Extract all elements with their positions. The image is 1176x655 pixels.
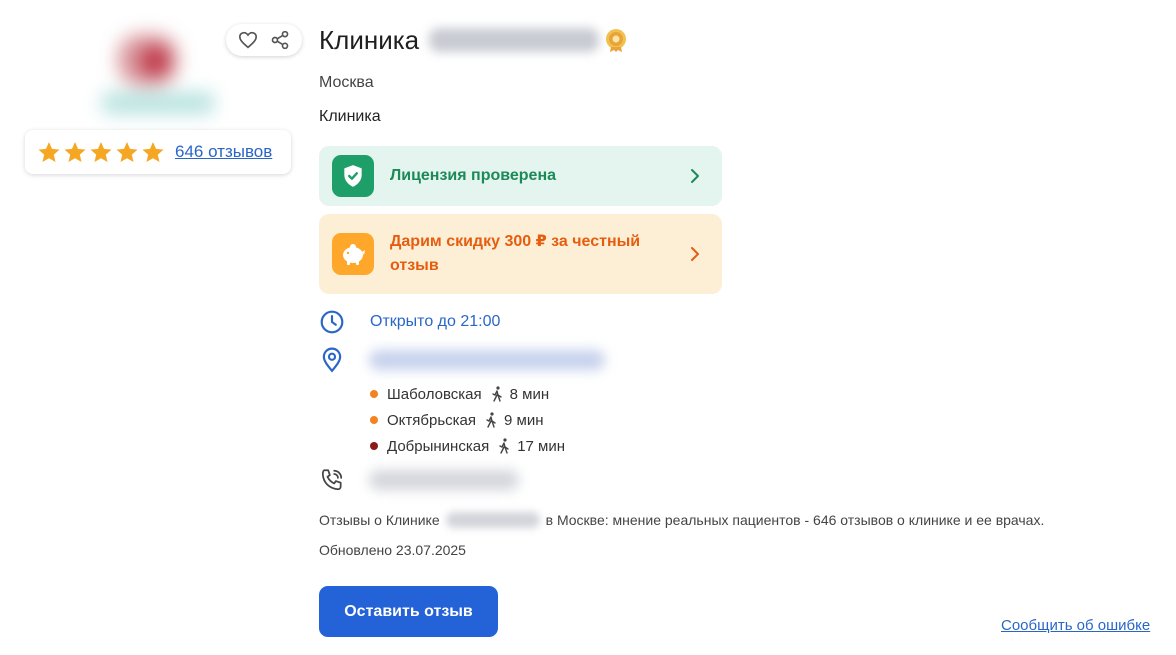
- metro-line-dot: [370, 390, 378, 398]
- rating-card: 646 отзывов: [25, 130, 291, 174]
- phone-icon: [321, 469, 343, 491]
- chevron-right-icon: [691, 169, 699, 183]
- star-icon: [90, 142, 112, 162]
- piggy-bank-icon: [332, 233, 374, 275]
- metro-station-item: Добрынинская 17 мин: [370, 433, 565, 459]
- metro-walk-time: 8 мин: [509, 385, 550, 403]
- hours-row: Открыто до 21:00: [319, 309, 500, 335]
- clinic-name-redacted: [429, 28, 600, 52]
- favorite-share-group: [226, 24, 302, 56]
- walking-icon: [491, 386, 502, 402]
- chevron-right-icon: [691, 247, 699, 261]
- metro-station-name: Шаболовская: [387, 385, 482, 403]
- location-pin-icon: [322, 347, 342, 373]
- clinic-city: Москва: [319, 74, 374, 91]
- updated-date: Обновлено 23.07.2025: [319, 542, 466, 558]
- clinic-title: Клиника: [319, 24, 629, 56]
- metro-station-item: Шаболовская 8 мин: [370, 381, 565, 407]
- clinic-logo: [96, 22, 222, 126]
- walking-icon: [499, 438, 509, 454]
- leave-review-button[interactable]: Оставить отзыв: [319, 586, 498, 637]
- metro-station-name: Добрынинская: [387, 437, 490, 455]
- license-verified-banner[interactable]: Лицензия проверена: [319, 146, 722, 206]
- address-row: [319, 347, 605, 373]
- opening-hours[interactable]: Открыто до 21:00: [370, 313, 500, 331]
- clinic-description: Отзывы о Клинике в Москве: мнение реальн…: [319, 512, 1044, 528]
- award-badge-icon: [606, 29, 627, 52]
- star-icon: [116, 142, 138, 162]
- description-part1: Отзывы о Клинике: [319, 512, 440, 528]
- discount-banner-text: Дарим скидку 300 ₽ за честный отзыв: [390, 233, 641, 274]
- shield-check-icon: [332, 155, 374, 197]
- address-redacted[interactable]: [369, 350, 605, 370]
- clinic-title-text: Клиника: [319, 24, 420, 55]
- walking-icon: [486, 412, 496, 428]
- star-icon: [64, 142, 86, 162]
- license-banner-text: Лицензия проверена: [390, 167, 556, 184]
- clock-icon: [320, 310, 344, 334]
- metro-station-name: Октябрьская: [387, 411, 476, 429]
- clinic-type: Клиника: [319, 108, 381, 125]
- metro-station-item: Октябрьская 9 мин: [370, 407, 565, 433]
- metro-stations: Шаболовская 8 мин Октябрьская 9 мин Добр…: [370, 381, 565, 459]
- heart-icon[interactable]: [235, 27, 261, 53]
- report-error-link[interactable]: Сообщить об ошибке: [1001, 617, 1150, 634]
- metro-line-dot: [370, 442, 378, 450]
- clinic-name-redacted: [445, 512, 540, 528]
- reviews-count-link[interactable]: 646 отзывов: [175, 142, 272, 162]
- rating-stars: [37, 140, 165, 164]
- metro-line-dot: [370, 416, 378, 424]
- description-part2: в Москве: мнение реальных пациентов - 64…: [545, 512, 1045, 528]
- share-icon[interactable]: [267, 27, 293, 53]
- discount-banner[interactable]: Дарим скидку 300 ₽ за честный отзыв: [319, 214, 722, 294]
- phone-redacted[interactable]: [369, 470, 519, 490]
- metro-walk-time: 9 мин: [504, 411, 544, 429]
- metro-walk-time: 17 мин: [517, 437, 566, 455]
- phone-row: [319, 467, 519, 493]
- star-icon: [38, 142, 60, 162]
- star-icon: [142, 142, 164, 162]
